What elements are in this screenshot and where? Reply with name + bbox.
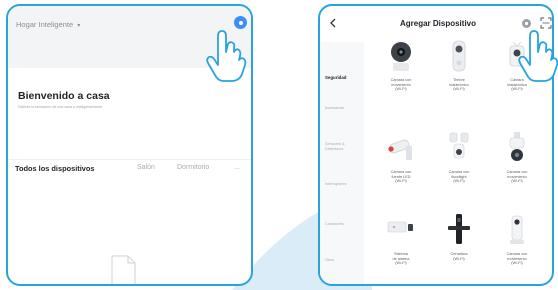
- pointing-hand-icon: [206, 30, 247, 82]
- device-label: Timbre inalámbrico (Wi-Fi): [449, 78, 469, 92]
- device-tile[interactable]: Cámara con fuente LED (Wi-Fi): [374, 128, 428, 198]
- scan-icon[interactable]: [521, 18, 532, 29]
- room-tabs: Todos los dispositivos Salón Dormitorio …: [15, 164, 251, 178]
- device-tile[interactable]: Cámara con movimiento (Wi-Fi): [374, 36, 428, 106]
- device-tile[interactable]: Timbre inalámbrico (Wi-Fi): [432, 36, 486, 106]
- tab-all-devices[interactable]: Todos los dispositivos: [15, 164, 95, 173]
- device-tile[interactable]: Sistema de alarma (Wi-Fi): [374, 210, 428, 280]
- tab-bedroom[interactable]: Dormitorio: [177, 164, 209, 171]
- floodlight-camera-icon: [449, 132, 469, 159]
- plus-circle-icon[interactable]: [234, 16, 247, 29]
- empty-document-icon: [111, 255, 136, 284]
- device-label: Cerradura (Wi-Fi): [450, 252, 468, 261]
- qr-scan-icon[interactable]: [540, 17, 552, 29]
- home-selector[interactable]: Hogar Inteligente ▾: [16, 20, 80, 29]
- indoor-camera-icon: [510, 215, 524, 244]
- device-label: Cámara con floodlight (Wi-Fi): [448, 170, 470, 184]
- outdoor-ptz-camera-icon: [509, 132, 525, 161]
- category-sensors[interactable]: Sensores & Detectores: [325, 142, 361, 151]
- more-tabs-icon[interactable]: ...: [234, 164, 240, 171]
- device-label: Cámara con movimiento (Wi-Fi): [390, 78, 412, 92]
- welcome-title: Bienvenido a casa: [18, 90, 110, 102]
- tab-living-room[interactable]: Salón: [137, 164, 155, 171]
- category-lighting[interactable]: Iluminación: [325, 106, 361, 111]
- camera-pan-icon: [391, 42, 411, 71]
- device-label: Cámara con movimiento (Wi-Fi): [506, 170, 528, 184]
- smart-lock-icon: [448, 214, 470, 244]
- device-tile[interactable]: Cámara con floodlight (Wi-Fi): [432, 128, 486, 198]
- category-others[interactable]: Otros: [325, 258, 361, 263]
- pointing-hand-icon: [518, 30, 558, 82]
- category-security[interactable]: Seguridad: [325, 75, 361, 81]
- category-switches[interactable]: Interruptores: [325, 182, 361, 187]
- led-camera-icon: [388, 139, 412, 160]
- device-label: Sistema de alarma (Wi-Fi): [392, 252, 410, 266]
- category-sidebar: Seguridad Iluminación Sensores & Detecto…: [320, 42, 364, 284]
- home-name: Hogar Inteligente: [16, 20, 74, 29]
- device-tile[interactable]: Cámara con movimiento (Wi-Fi): [490, 210, 544, 280]
- doorbell-camera-icon: [452, 40, 466, 72]
- page-title: Agregar Dispositivo: [399, 19, 476, 28]
- welcome-subtitle: Disfrute la sensación de una casa a inte…: [18, 105, 103, 109]
- device-tile[interactable]: Cerradura (Wi-Fi): [432, 210, 486, 280]
- chevron-down-icon: ▾: [77, 23, 81, 29]
- alarm-system-icon: [387, 221, 413, 233]
- device-label: Cámara con fuente LED (Wi-Fi): [390, 170, 412, 184]
- device-label: Cámara con movimiento (Wi-Fi): [506, 252, 528, 266]
- category-cutters[interactable]: Cortadores: [325, 222, 361, 227]
- device-tile[interactable]: Cámara con movimiento (Wi-Fi): [490, 128, 544, 198]
